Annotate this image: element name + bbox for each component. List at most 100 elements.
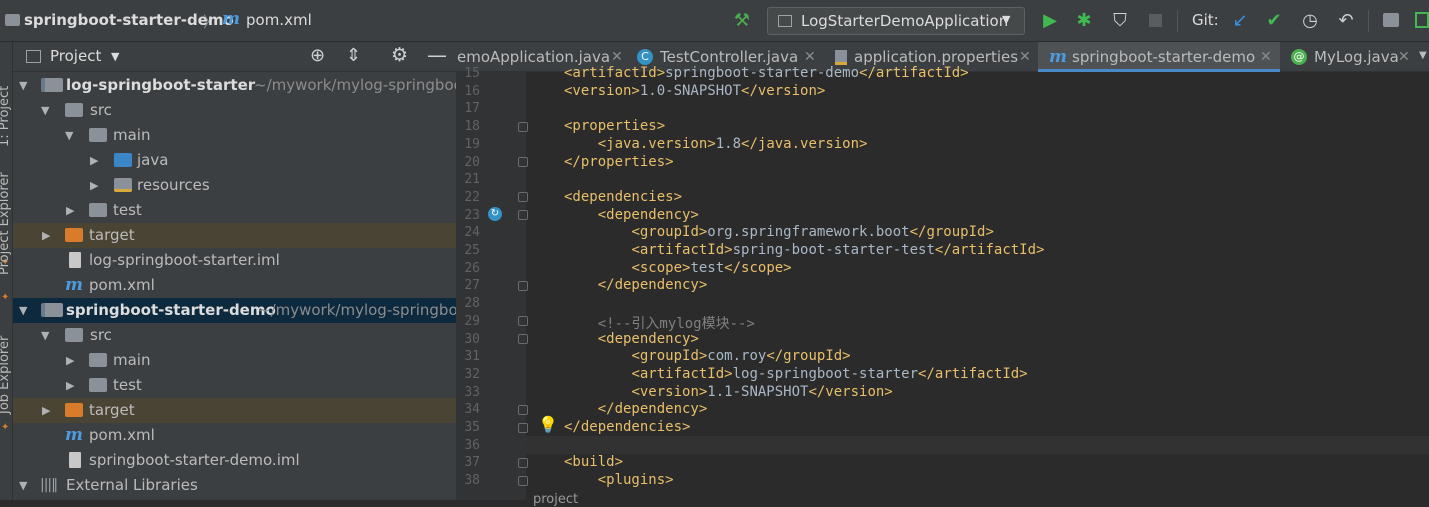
- vcs-update-icon[interactable]: ↙: [1228, 9, 1252, 33]
- tree-item-label: springboot-starter-demo: [66, 301, 276, 319]
- tree-item-label: java: [137, 151, 169, 169]
- expanded-arrow-icon[interactable]: ▼: [19, 298, 31, 323]
- annotation-icon: @: [1291, 49, 1307, 65]
- tree-module-log-springboot-starter[interactable]: ▼ log-springboot-starter ~/mywork/mylog-…: [13, 73, 456, 98]
- collapsed-arrow-icon[interactable]: ▶: [90, 173, 102, 198]
- code-line[interactable]: <dependency>: [564, 331, 699, 347]
- fold-marker-icon[interactable]: [518, 458, 528, 468]
- tree-item-label: src: [90, 326, 112, 344]
- code-line[interactable]: </dependencies>: [564, 419, 690, 435]
- vcs-commit-icon[interactable]: ✔: [1262, 9, 1286, 33]
- expanded-arrow-icon[interactable]: ▼: [41, 98, 53, 123]
- fold-marker-icon[interactable]: [518, 210, 528, 220]
- chevron-down-icon[interactable]: ▼: [111, 50, 119, 63]
- fold-marker-icon[interactable]: [518, 405, 528, 415]
- code-line[interactable]: <version>1.1-SNAPSHOT</version>: [564, 384, 892, 400]
- tree-item-path: ~/mywork/mylog-springbo: [258, 301, 456, 319]
- tree-folder-src[interactable]: ▼ src: [13, 323, 456, 348]
- tree-folder-java[interactable]: ▶ java: [13, 148, 456, 173]
- collapse-all-icon[interactable]: ⇕: [346, 45, 361, 66]
- code-line[interactable]: <artifactId>spring-boot-starter-test</ar…: [564, 242, 1044, 258]
- tree-folder-main[interactable]: ▶ main: [13, 348, 456, 373]
- expanded-arrow-icon[interactable]: ▼: [19, 73, 31, 98]
- fold-marker-icon[interactable]: [518, 316, 528, 326]
- project-panel: Project ▼ ⊕ ⇕ ⚙ — ▼ log-springboot-start…: [13, 42, 456, 500]
- code-line[interactable]: <dependencies>: [564, 189, 682, 205]
- code-line[interactable]: <dependency>: [564, 207, 699, 223]
- tree-folder-test[interactable]: ▶ test: [13, 373, 456, 398]
- close-icon[interactable]: ✕: [1019, 42, 1031, 72]
- code-line[interactable]: <groupId>com.roy</groupId>: [564, 348, 850, 364]
- terminal-icon[interactable]: [1415, 12, 1429, 28]
- tree-folder-target[interactable]: ▶ target: [13, 223, 456, 248]
- tab-springboot-starter-demo[interactable]: m springboot-starter-demo ✕: [1038, 42, 1280, 72]
- fold-marker-icon[interactable]: [518, 476, 528, 486]
- history-clock-icon[interactable]: ◷: [1298, 9, 1322, 33]
- code-line[interactable]: <properties>: [564, 118, 665, 134]
- settings-gear-icon[interactable]: ⚙: [391, 44, 408, 66]
- collapsed-arrow-icon[interactable]: ▶: [90, 148, 102, 173]
- project-view-title[interactable]: Project: [50, 47, 101, 65]
- revert-icon[interactable]: ↶: [1334, 9, 1358, 33]
- fold-marker-icon[interactable]: [518, 281, 528, 291]
- collapsed-arrow-icon[interactable]: ▶: [66, 348, 78, 373]
- toolbar-divider: [1177, 10, 1178, 32]
- run-icon[interactable]: ▶: [1038, 9, 1062, 33]
- tree-file-pom[interactable]: m pom.xml: [13, 423, 456, 448]
- locate-target-icon[interactable]: ⊕: [310, 45, 325, 66]
- code-line[interactable]: <scope>test</scope>: [564, 260, 791, 276]
- collapsed-arrow-icon[interactable]: ▶: [42, 398, 54, 423]
- run-configuration-dropdown[interactable]: LogStarterDemoApplication ▼: [767, 7, 1025, 35]
- fold-marker-icon[interactable]: [518, 157, 528, 167]
- fold-marker-icon[interactable]: [518, 122, 528, 132]
- job-explorer-tool-button[interactable]: Job Explorer: [0, 336, 12, 414]
- tree-folder-target[interactable]: ▶ target: [13, 398, 456, 423]
- tree-folder-resources[interactable]: ▶ resources: [13, 173, 456, 198]
- coverage-icon[interactable]: ⛉: [1108, 9, 1132, 33]
- collapsed-arrow-icon[interactable]: ▶: [66, 198, 78, 223]
- code-line[interactable]: <build>: [564, 454, 623, 470]
- expanded-arrow-icon[interactable]: ▼: [41, 323, 53, 348]
- code-line[interactable]: </properties>: [564, 154, 674, 170]
- close-icon[interactable]: ✕: [1260, 42, 1272, 72]
- code-line[interactable]: <artifactId>springboot-starter-demo</art…: [564, 65, 969, 81]
- tree-module-springboot-starter-demo[interactable]: ▼ springboot-starter-demo ~/mywork/mylog…: [13, 298, 456, 323]
- code-line[interactable]: </dependency>: [564, 277, 708, 293]
- tree-file-iml[interactable]: springboot-starter-demo.iml: [13, 448, 456, 473]
- fold-marker-icon[interactable]: [518, 423, 528, 433]
- code-line[interactable]: <artifactId>log-springboot-starter</arti…: [564, 366, 1027, 382]
- project-explorer-tool-button[interactable]: Project Explorer: [0, 172, 12, 275]
- tab-mylog[interactable]: @ MyLog.java ✕: [1280, 42, 1420, 72]
- tree-folder-main[interactable]: ▼ main: [13, 123, 456, 148]
- stop-icon[interactable]: [1149, 14, 1162, 27]
- debug-bug-icon[interactable]: ✱: [1072, 9, 1096, 33]
- tree-folder-test[interactable]: ▶ test: [13, 198, 456, 223]
- project-structure-icon[interactable]: [1383, 13, 1399, 27]
- tree-file-iml[interactable]: log-springboot-starter.iml: [13, 248, 456, 273]
- tree-file-pom[interactable]: m pom.xml: [13, 273, 456, 298]
- expanded-arrow-icon[interactable]: ▼: [19, 473, 31, 498]
- code-line[interactable]: <plugins>: [564, 472, 674, 488]
- expanded-arrow-icon[interactable]: ▼: [65, 123, 77, 148]
- collapsed-arrow-icon[interactable]: ▶: [66, 373, 78, 398]
- tree-folder-src[interactable]: ▼ src: [13, 98, 456, 123]
- fold-marker-icon[interactable]: [518, 334, 528, 344]
- hide-minus-icon[interactable]: —: [427, 43, 447, 67]
- module-folder-icon: [41, 303, 63, 317]
- collapsed-arrow-icon[interactable]: ▶: [42, 223, 54, 248]
- more-tabs-chevron-icon[interactable]: ▼: [1419, 50, 1427, 61]
- maven-sync-icon[interactable]: ↻: [488, 207, 502, 221]
- lightbulb-icon[interactable]: 💡: [538, 415, 558, 434]
- project-tool-button[interactable]: 1: Project: [0, 86, 12, 147]
- code-line[interactable]: <version>1.0-SNAPSHOT</version>: [564, 83, 825, 99]
- code-line[interactable]: <java.version>1.8</java.version>: [564, 136, 868, 152]
- close-icon[interactable]: ✕: [1398, 42, 1410, 72]
- run-config-label: LogStarterDemoApplication: [801, 12, 1009, 30]
- fold-marker-icon[interactable]: [518, 192, 528, 202]
- tree-external-libraries[interactable]: ▼ |||‖ External Libraries: [13, 473, 456, 498]
- breadcrumb-file[interactable]: pom.xml: [246, 11, 312, 29]
- code-line[interactable]: </dependency>: [564, 401, 708, 417]
- build-hammer-icon[interactable]: ⚒: [730, 9, 754, 33]
- code-line[interactable]: <groupId>org.springframework.boot</group…: [564, 224, 993, 240]
- line-number: 16: [464, 83, 480, 99]
